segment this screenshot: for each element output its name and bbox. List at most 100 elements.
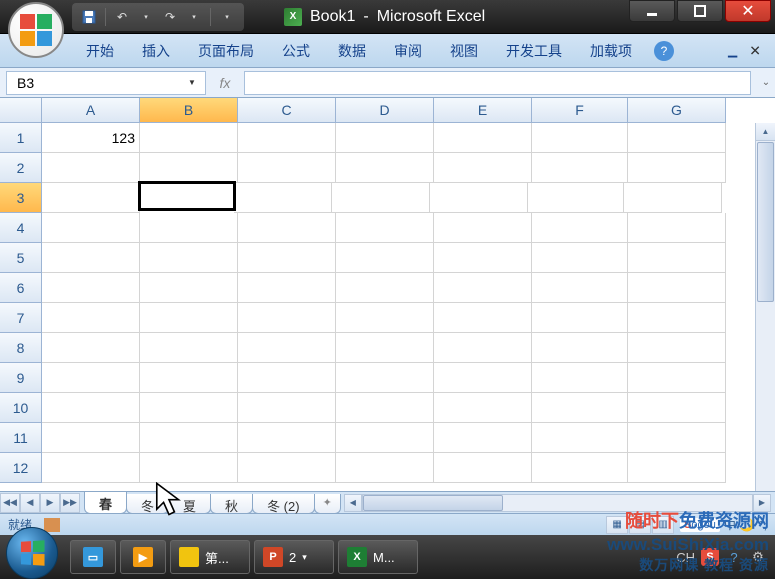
ime-mode-indicator[interactable]: 中 — [724, 516, 736, 533]
cell-F11[interactable] — [532, 423, 628, 453]
cell-G5[interactable] — [628, 243, 726, 273]
start-button[interactable] — [6, 527, 58, 579]
task-folder[interactable]: 第... — [170, 540, 250, 574]
cell-F10[interactable] — [532, 393, 628, 423]
minimize-button[interactable] — [629, 0, 675, 22]
cell-A5[interactable] — [42, 243, 140, 273]
cell-D11[interactable] — [336, 423, 434, 453]
col-header-C[interactable]: C — [238, 98, 336, 123]
col-header-B[interactable]: B — [140, 98, 238, 123]
select-all-corner[interactable] — [0, 98, 42, 123]
name-box-dropdown-icon[interactable]: ▼ — [183, 72, 201, 94]
cell-D3[interactable] — [332, 183, 430, 213]
cell-E3[interactable] — [430, 183, 528, 213]
cell-F12[interactable] — [532, 453, 628, 483]
cell-E2[interactable] — [434, 153, 532, 183]
cell-C6[interactable] — [238, 273, 336, 303]
cell-C1[interactable] — [238, 123, 336, 153]
row-header-5[interactable]: 5 — [0, 243, 42, 273]
cell-F4[interactable] — [532, 213, 628, 243]
cell-G7[interactable] — [628, 303, 726, 333]
cell-A3[interactable] — [42, 183, 140, 213]
formula-bar[interactable] — [244, 71, 751, 95]
cell-D5[interactable] — [336, 243, 434, 273]
horizontal-scrollbar[interactable]: ◀ ▶ — [344, 494, 771, 512]
view-page-layout-icon[interactable]: ▤ — [629, 516, 651, 534]
tab-data[interactable]: 数据 — [324, 35, 380, 67]
tray-settings-icon[interactable]: ⚙ — [749, 548, 767, 566]
row-header-3[interactable]: 3 — [0, 183, 42, 213]
cell-A7[interactable] — [42, 303, 140, 333]
cell-G11[interactable] — [628, 423, 726, 453]
sheet-tab[interactable]: 冬 — [126, 494, 169, 514]
cell-D8[interactable] — [336, 333, 434, 363]
cell-B5[interactable] — [140, 243, 238, 273]
cell-G3[interactable] — [624, 183, 722, 213]
cell-C8[interactable] — [238, 333, 336, 363]
cell-G1[interactable] — [628, 123, 726, 153]
cell-E8[interactable] — [434, 333, 532, 363]
macro-record-icon[interactable] — [44, 518, 60, 532]
cell-G10[interactable] — [628, 393, 726, 423]
cell-D2[interactable] — [336, 153, 434, 183]
save-icon[interactable] — [78, 6, 100, 28]
cell-B9[interactable] — [140, 363, 238, 393]
ime-moon-icon[interactable]: 🌙 — [740, 518, 755, 532]
row-header-1[interactable]: 1 — [0, 123, 42, 153]
cell-A10[interactable] — [42, 393, 140, 423]
row-header-12[interactable]: 12 — [0, 453, 42, 483]
cell-C12[interactable] — [238, 453, 336, 483]
cell-C9[interactable] — [238, 363, 336, 393]
tab-review[interactable]: 审阅 — [380, 35, 436, 67]
maximize-button[interactable] — [677, 0, 723, 22]
row-header-4[interactable]: 4 — [0, 213, 42, 243]
cell-A8[interactable] — [42, 333, 140, 363]
view-page-break-icon[interactable]: ▥ — [652, 516, 674, 534]
col-header-A[interactable]: A — [42, 98, 140, 123]
cell-D12[interactable] — [336, 453, 434, 483]
cell-F1[interactable] — [532, 123, 628, 153]
cell-E1[interactable] — [434, 123, 532, 153]
ime-punct-icon[interactable]: °, — [759, 518, 767, 532]
view-normal-icon[interactable]: ▦ — [606, 516, 628, 534]
horizontal-scroll-track[interactable] — [362, 494, 753, 512]
vertical-scrollbar[interactable]: ▲ — [755, 123, 775, 491]
cell-D4[interactable] — [336, 213, 434, 243]
ribbon-minimize-icon[interactable]: ▁ — [728, 44, 737, 58]
row-header-11[interactable]: 11 — [0, 423, 42, 453]
cell-F3[interactable] — [528, 183, 624, 213]
tab-home[interactable]: 开始 — [72, 35, 128, 67]
col-header-D[interactable]: D — [336, 98, 434, 123]
cell-E5[interactable] — [434, 243, 532, 273]
sogou-tray-icon[interactable]: S — [701, 548, 719, 566]
cell-F2[interactable] — [532, 153, 628, 183]
cell-D6[interactable] — [336, 273, 434, 303]
cell-E6[interactable] — [434, 273, 532, 303]
scroll-right-icon[interactable]: ▶ — [753, 494, 771, 512]
cell-E4[interactable] — [434, 213, 532, 243]
row-header-9[interactable]: 9 — [0, 363, 42, 393]
pinned-media-player[interactable]: ▶ — [120, 540, 166, 574]
cell-A11[interactable] — [42, 423, 140, 453]
sheet-tab[interactable]: 春 — [84, 492, 127, 514]
undo-icon[interactable]: ↶ — [111, 6, 133, 28]
scroll-left-icon[interactable]: ◀ — [344, 494, 362, 512]
sheet-tab[interactable]: 冬 (2) — [252, 494, 315, 514]
cell-B2[interactable] — [140, 153, 238, 183]
fx-button[interactable]: fx — [214, 72, 236, 94]
help-icon[interactable]: ? — [654, 41, 674, 61]
cell-B4[interactable] — [140, 213, 238, 243]
col-header-E[interactable]: E — [434, 98, 532, 123]
formula-bar-expand-icon[interactable]: ⌄ — [757, 77, 775, 88]
cell-D10[interactable] — [336, 393, 434, 423]
cell-B10[interactable] — [140, 393, 238, 423]
cell-D9[interactable] — [336, 363, 434, 393]
cell-G2[interactable] — [628, 153, 726, 183]
cell-C10[interactable] — [238, 393, 336, 423]
tab-view[interactable]: 视图 — [436, 35, 492, 67]
horizontal-scroll-thumb[interactable] — [363, 495, 503, 511]
cell-E11[interactable] — [434, 423, 532, 453]
redo-icon[interactable]: ↷ — [159, 6, 181, 28]
task-powerpoint[interactable]: P 2 ▾ — [254, 540, 334, 574]
cell-B3[interactable] — [138, 181, 236, 211]
